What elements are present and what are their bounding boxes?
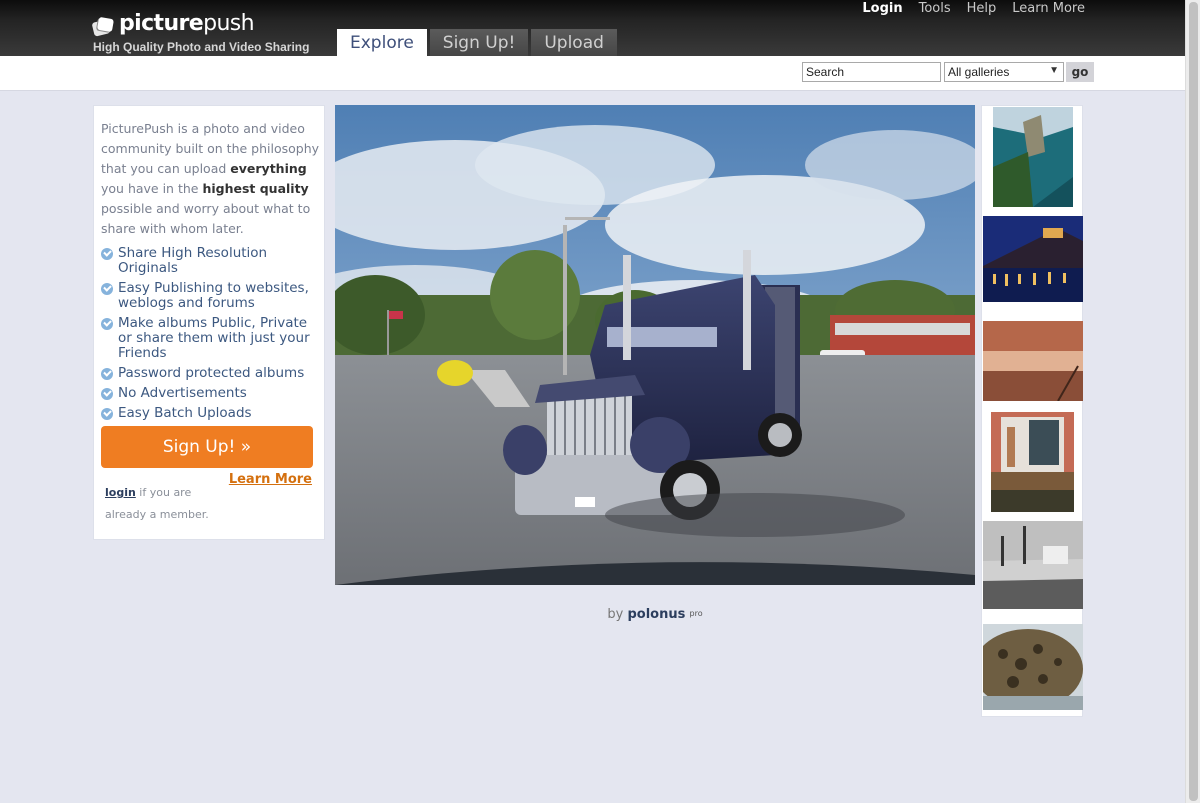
list-item: Share High Resolution Originals	[101, 246, 323, 276]
feature-list: Share High Resolution Originals Easy Pub…	[101, 246, 323, 426]
login-link[interactable]: Login	[862, 1, 902, 17]
list-item: Password protected albums	[101, 366, 323, 381]
tab-upload[interactable]: Upload	[531, 29, 617, 56]
help-link[interactable]: Help	[967, 1, 997, 17]
tab-sign-up[interactable]: Sign Up!	[429, 29, 529, 56]
intro-panel: PicturePush is a photo and video communi…	[93, 105, 325, 540]
top-nav: Login Tools Help Learn More	[862, 1, 1085, 17]
thumbnail-strip	[981, 105, 1083, 717]
photo-byline: by polonus pro	[607, 607, 703, 622]
learn-more-button[interactable]: Learn More	[229, 472, 312, 487]
list-item: Easy Publishing to websites, weblogs and…	[101, 281, 323, 311]
thumbnail[interactable]	[991, 412, 1074, 512]
thumbnail-image	[983, 321, 1083, 401]
main-photo[interactable]	[335, 105, 975, 585]
site-header: picturepush High Quality Photo and Video…	[0, 0, 1185, 56]
go-button[interactable]: go	[1066, 62, 1094, 82]
truck-photo-image	[335, 105, 975, 585]
thumbnail-image	[993, 107, 1073, 207]
thumbnail-image	[983, 521, 1083, 609]
logo-text: picturepush	[119, 11, 255, 36]
check-icon	[101, 283, 113, 295]
check-icon	[101, 408, 113, 420]
scrollbar-thumb[interactable]	[1189, 2, 1198, 801]
thumbnail-image	[991, 412, 1074, 512]
search-bar: All galleries ▼ go	[0, 56, 1185, 91]
main-tabs: Explore Sign Up! Upload	[337, 29, 617, 56]
thumbnail[interactable]	[983, 216, 1083, 302]
gallery-select[interactable]: All galleries ▼	[944, 62, 1064, 82]
author-link[interactable]: polonus	[627, 607, 685, 622]
thumbnail[interactable]	[983, 321, 1083, 401]
search-input[interactable]	[802, 62, 941, 82]
thumbnail[interactable]	[983, 624, 1083, 710]
intro-text: PicturePush is a photo and video communi…	[101, 121, 320, 236]
thumbnail[interactable]	[993, 107, 1073, 207]
tools-link[interactable]: Tools	[919, 1, 951, 17]
login-note: login if you are already a member.	[105, 486, 209, 521]
page-scrollbar[interactable]	[1185, 0, 1200, 803]
check-icon	[101, 318, 113, 330]
thumbnail[interactable]	[983, 521, 1083, 609]
list-item: Easy Batch Uploads	[101, 406, 323, 421]
gallery-select-value: All galleries	[948, 65, 1010, 79]
thumbnail-image	[983, 624, 1083, 710]
logo-tagline: High Quality Photo and Video Sharing	[93, 40, 310, 54]
thumbnail-image	[983, 216, 1083, 302]
login-inline-link[interactable]: login	[105, 486, 136, 499]
sign-up-button[interactable]: Sign Up! »	[101, 426, 313, 468]
photos-icon	[91, 16, 115, 37]
chevron-down-icon: ▼	[1049, 65, 1059, 76]
learn-more-link[interactable]: Learn More	[1012, 1, 1085, 17]
pro-badge: pro	[689, 609, 703, 618]
check-icon	[101, 248, 113, 260]
check-icon	[101, 388, 113, 400]
check-icon	[101, 368, 113, 380]
tab-explore[interactable]: Explore	[337, 29, 427, 56]
list-item: No Advertisements	[101, 386, 323, 401]
list-item: Make albums Public, Private or share the…	[101, 316, 323, 361]
